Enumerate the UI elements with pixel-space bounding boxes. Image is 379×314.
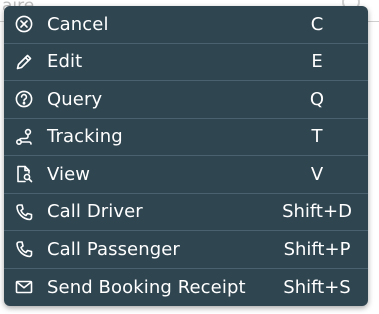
menu-item-edit[interactable]: Edit E [4, 44, 368, 81]
menu-item-shortcut: Shift+D [282, 201, 352, 223]
cancel-circle-icon [14, 14, 34, 34]
menu-item-shortcut: Shift+S [283, 276, 351, 298]
menu-item-shortcut: Q [309, 88, 325, 110]
menu-item-label: Query [47, 88, 103, 110]
phone-icon [14, 202, 34, 222]
document-search-icon [14, 164, 34, 184]
menu-item-label: Call Driver [47, 201, 143, 223]
menu-item-send-booking-receipt[interactable]: Send Booking Receipt Shift+S [4, 269, 368, 307]
menu-item-view[interactable]: View V [4, 156, 368, 194]
menu-item-call-driver[interactable]: Call Driver Shift+D [4, 194, 368, 231]
menu-item-cancel[interactable]: Cancel C [4, 6, 368, 44]
phone-icon [14, 239, 34, 259]
route-icon [14, 127, 34, 147]
menu-item-shortcut: C [310, 13, 324, 35]
menu-item-shortcut: T [311, 126, 323, 148]
menu-item-shortcut: V [310, 163, 324, 185]
menu-item-label: Tracking [47, 126, 123, 148]
menu-item-shortcut: Shift+P [283, 238, 351, 260]
question-circle-icon [14, 89, 34, 109]
pencil-icon [14, 52, 34, 72]
menu-item-tracking[interactable]: Tracking T [4, 119, 368, 156]
menu-item-label: Call Passenger [47, 238, 180, 260]
menu-item-label: Cancel [47, 13, 109, 35]
menu-item-call-passenger[interactable]: Call Passenger Shift+P [4, 231, 368, 269]
context-menu: Cancel C Edit E Query Q Tracking T View … [4, 6, 368, 306]
menu-item-label: Edit [47, 51, 83, 73]
menu-item-label: Send Booking Receipt [47, 276, 246, 298]
menu-item-shortcut: E [311, 51, 323, 73]
envelope-icon [14, 277, 34, 297]
menu-item-label: View [47, 163, 91, 185]
menu-item-query[interactable]: Query Q [4, 81, 368, 119]
